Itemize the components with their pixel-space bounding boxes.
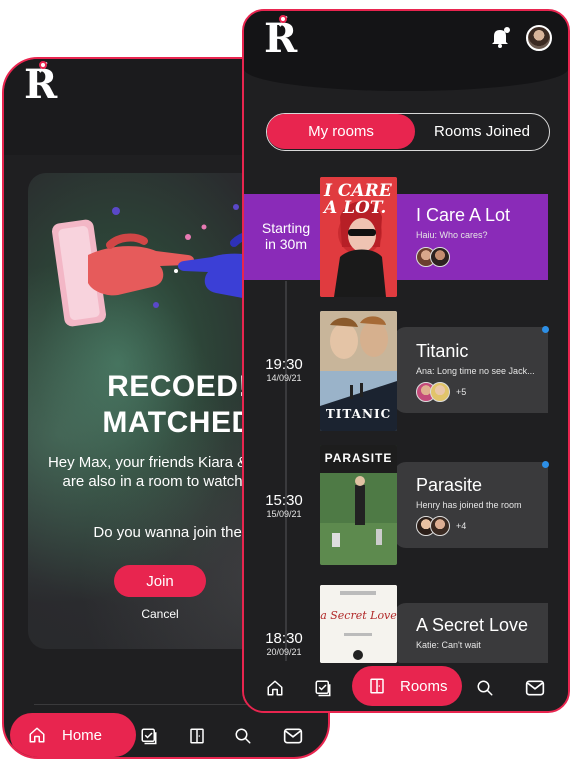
room-tabs: My rooms Rooms Joined bbox=[266, 113, 550, 151]
phone-rooms-screen: R My rooms Rooms Joined Starting in 30m bbox=[242, 9, 570, 713]
more-count: +5 bbox=[456, 387, 467, 397]
tab-rooms-joined[interactable]: Rooms Joined bbox=[415, 114, 549, 149]
poster-parasite[interactable]: PARASITE bbox=[320, 445, 397, 565]
checklist-icon[interactable] bbox=[312, 677, 334, 699]
search-icon[interactable] bbox=[232, 725, 254, 747]
participants: +4 bbox=[416, 516, 466, 536]
room-title: Titanic bbox=[416, 341, 469, 361]
unread-dot bbox=[542, 326, 549, 333]
poster-title: a Secret Love bbox=[320, 609, 397, 622]
home-icon[interactable] bbox=[264, 677, 286, 699]
avatar bbox=[430, 382, 450, 402]
nav-home[interactable]: Home bbox=[10, 713, 136, 757]
cancel-link[interactable]: Cancel bbox=[114, 607, 206, 621]
bottom-nav: Rooms bbox=[244, 663, 568, 711]
nav-rooms[interactable]: Rooms bbox=[352, 666, 462, 706]
checklist-icon[interactable] bbox=[138, 725, 160, 747]
room-status: Starting in 30m bbox=[261, 220, 311, 252]
participants: +5 bbox=[416, 382, 466, 402]
room-title: I Care A Lot bbox=[416, 205, 511, 225]
avatar bbox=[430, 247, 450, 267]
avatar[interactable] bbox=[526, 25, 552, 51]
bell-icon[interactable] bbox=[488, 25, 512, 49]
poster-title: TITANIC bbox=[325, 407, 392, 421]
poster-title: PARASITE bbox=[324, 451, 393, 465]
room-subtitle: Haiu: Who cares? bbox=[416, 230, 488, 240]
header: R bbox=[244, 11, 568, 91]
nav-rooms-label: Rooms bbox=[400, 677, 448, 695]
poster-i-care-a-lot[interactable]: I CARE A LOT. bbox=[320, 177, 397, 297]
poster-titanic[interactable]: TITANIC bbox=[320, 311, 397, 431]
more-count: +4 bbox=[456, 521, 467, 531]
room-time: 19:30 14/09/21 bbox=[265, 356, 303, 384]
participants bbox=[416, 247, 450, 267]
room-time: 18:30 20/09/21 bbox=[265, 630, 303, 658]
poster-a-secret-love[interactable]: a Secret Love bbox=[320, 585, 397, 663]
search-icon[interactable] bbox=[474, 677, 496, 699]
home-icon bbox=[29, 727, 45, 743]
room-subtitle: Ana: Long time no see Jack... bbox=[416, 366, 535, 376]
room-subtitle: Katie: Can't wait bbox=[416, 640, 481, 650]
room-time: 15:30 15/09/21 bbox=[265, 492, 303, 520]
door-icon[interactable] bbox=[186, 725, 208, 747]
join-button[interactable]: Join bbox=[114, 565, 206, 597]
poster-title: I CARE A LOT. bbox=[324, 181, 392, 218]
unread-dot bbox=[542, 461, 549, 468]
bottom-nav: Home bbox=[4, 707, 328, 757]
mail-icon[interactable] bbox=[524, 677, 546, 699]
logo-icon: R bbox=[24, 59, 57, 105]
door-icon bbox=[370, 678, 384, 694]
room-title: A Secret Love bbox=[416, 615, 529, 635]
logo-icon: R bbox=[264, 11, 297, 59]
room-title: Parasite bbox=[416, 475, 483, 495]
room-subtitle: Henry has joined the room bbox=[416, 500, 522, 510]
tab-my-rooms[interactable]: My rooms bbox=[267, 114, 415, 149]
timeline-line bbox=[285, 281, 287, 661]
avatar bbox=[430, 516, 450, 536]
mail-icon[interactable] bbox=[282, 725, 304, 747]
nav-home-label: Home bbox=[62, 726, 103, 744]
app-showcase: R RECOED! MATCHED Hey Max, your friends … bbox=[0, 0, 574, 766]
